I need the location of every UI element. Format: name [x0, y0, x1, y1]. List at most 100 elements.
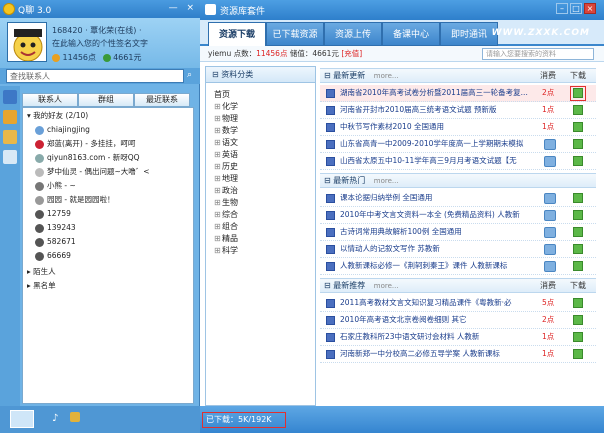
- table-row[interactable]: 中秋节写作素材2010 全国通用 1点: [320, 119, 596, 136]
- category-item[interactable]: ⊞精品: [214, 233, 238, 245]
- resource-search-input[interactable]: 请输入您要搜索的资料: [482, 48, 594, 60]
- table-row[interactable]: 古诗词常用典故解析100例 全国通用: [320, 224, 596, 241]
- list-item[interactable]: 66669: [35, 250, 71, 262]
- section-header: ⊟ 最新推荐 more... 消费 下载: [320, 278, 596, 293]
- tab-lesson-center[interactable]: 备课中心: [382, 22, 440, 46]
- list-item[interactable]: 小熊 - ~: [35, 180, 76, 192]
- category-item[interactable]: ⊞历史: [214, 161, 238, 173]
- more-link[interactable]: more...: [374, 177, 399, 185]
- signature-text[interactable]: 在此输入您的个性签名文字: [52, 38, 148, 49]
- category-item[interactable]: ⊞语文: [214, 137, 238, 149]
- download-icon[interactable]: [573, 261, 583, 271]
- download-icon[interactable]: [573, 349, 583, 359]
- download-icon[interactable]: [573, 122, 583, 132]
- table-row[interactable]: 2010年高考语文北京卷阅卷细则 其它 2点: [320, 312, 596, 329]
- list-item[interactable]: 园园 - 就是园园啦！: [35, 194, 114, 206]
- download-icon[interactable]: [573, 298, 583, 308]
- table-row[interactable]: 湖南省2010年高考试卷分析暨2011届高三一轮备考复... 2点: [320, 85, 596, 102]
- contacts-window-title: Q聊 3.0: [18, 6, 52, 16]
- preview-icon[interactable]: [544, 139, 556, 150]
- contact-avatar-icon: [35, 223, 44, 233]
- tab-upload[interactable]: 资源上传: [324, 22, 382, 46]
- category-item[interactable]: ⊞地理: [214, 173, 238, 185]
- category-item[interactable]: ⊞综合: [214, 209, 238, 221]
- category-item[interactable]: ⊞化学: [214, 101, 238, 113]
- table-row[interactable]: 人教新课标必修一《荆轲刺秦王》课件 人教新课标: [320, 258, 596, 275]
- tab-groups[interactable]: 群组: [78, 93, 134, 107]
- contact-tabs: 联系人 群组 最近联系: [22, 93, 190, 107]
- category-item[interactable]: 首页: [214, 89, 230, 101]
- table-row[interactable]: 山西省太原五中10-11学年高三9月月考语文试题【无: [320, 153, 596, 170]
- menu-button[interactable]: [10, 410, 34, 428]
- category-item[interactable]: ⊞科学: [214, 245, 238, 257]
- category-tree: ⊟ 资料分类 首页 ⊞化学 ⊞物理 ⊞数学 ⊞语文 ⊞英语 ⊞历史 ⊞地理 ⊞政…: [205, 66, 316, 406]
- minimize-icon[interactable]: –: [556, 3, 568, 14]
- document-icon: [326, 157, 335, 166]
- category-item[interactable]: ⊞数学: [214, 125, 238, 137]
- col-points: 消费: [540, 71, 556, 80]
- list-item[interactable]: chiajingjing: [35, 124, 90, 136]
- close-icon[interactable]: ×: [584, 3, 596, 14]
- preview-icon[interactable]: [544, 244, 556, 255]
- folder-side-icon[interactable]: [3, 130, 17, 144]
- list-item[interactable]: qiyun8163.com - 新呀QQ: [35, 152, 140, 164]
- tab-instant-messaging[interactable]: 即时通讯: [440, 22, 498, 46]
- download-icon[interactable]: [573, 105, 583, 115]
- table-row[interactable]: 河南新郑一中分校高二必修五导学案 人教新课标 1点: [320, 346, 596, 363]
- recharge-link[interactable]: [充值]: [341, 49, 362, 58]
- preview-icon[interactable]: [544, 210, 556, 221]
- list-item[interactable]: 梦中仙灵 - 偶出问题~大噜゛<: [35, 166, 150, 178]
- table-row[interactable]: 课本论据归纳举例 全国通用: [320, 190, 596, 207]
- contact-search-input[interactable]: 查找联系人: [6, 69, 184, 83]
- category-item[interactable]: ⊞组合: [214, 221, 238, 233]
- tools-icon[interactable]: [70, 412, 80, 422]
- contact-avatar-icon: [35, 237, 44, 247]
- category-item[interactable]: ⊞英语: [214, 149, 238, 161]
- download-icon[interactable]: [573, 210, 583, 220]
- preview-icon[interactable]: [544, 227, 556, 238]
- download-icon[interactable]: [573, 244, 583, 254]
- tab-downloaded[interactable]: 已下载资源: [266, 22, 324, 46]
- speaker-icon[interactable]: ♪: [52, 413, 58, 424]
- list-item[interactable]: 139243: [35, 222, 76, 234]
- table-row[interactable]: 石家庄教科所23中语文研讨会材料 人教新 1点: [320, 329, 596, 346]
- tab-download[interactable]: 资源下载: [208, 22, 266, 46]
- avatar[interactable]: [7, 22, 47, 62]
- category-item[interactable]: ⊞物理: [214, 113, 238, 125]
- download-icon[interactable]: [573, 332, 583, 342]
- group-strangers[interactable]: ▸ 陌生人: [27, 266, 56, 278]
- preview-icon[interactable]: [544, 156, 556, 167]
- more-link[interactable]: more...: [374, 282, 399, 290]
- contacts-side-icon[interactable]: [3, 90, 17, 104]
- blank-side-icon[interactable]: [3, 150, 17, 164]
- tab-recent[interactable]: 最近联系: [134, 93, 190, 107]
- category-item[interactable]: ⊞政治: [214, 185, 238, 197]
- profile-id-status[interactable]: 168420 · 覃化荣(在线) ·: [52, 25, 142, 36]
- table-row[interactable]: 河南省开封市2010届高三统考语文试题 预新版 1点: [320, 102, 596, 119]
- window-controls[interactable]: — ×: [169, 3, 197, 13]
- table-row[interactable]: 以情动人的记叙文写作 苏教新: [320, 241, 596, 258]
- table-row[interactable]: 2010年中考文言文资料一本全 (免费精品资料) 人教新: [320, 207, 596, 224]
- maximize-icon[interactable]: □: [570, 3, 582, 14]
- apps-side-icon[interactable]: [3, 110, 17, 124]
- group-blacklist[interactable]: ▸ 黑名单: [27, 280, 56, 292]
- download-icon[interactable]: [573, 315, 583, 325]
- category-item[interactable]: ⊞生物: [214, 197, 238, 209]
- list-item[interactable]: 郑蓝(离开) - 多挂挂，呵呵: [35, 138, 135, 150]
- download-icon[interactable]: [573, 193, 583, 203]
- group-friends[interactable]: ▾ 我的好友 (2/10): [27, 110, 88, 122]
- download-icon[interactable]: [573, 139, 583, 149]
- list-item[interactable]: 12759: [35, 208, 71, 220]
- tab-contacts[interactable]: 联系人: [22, 93, 78, 107]
- search-icon[interactable]: ⌕: [187, 70, 192, 80]
- more-link[interactable]: more...: [374, 72, 399, 80]
- preview-icon[interactable]: [544, 261, 556, 272]
- list-item[interactable]: 582671: [35, 236, 76, 248]
- resource-list: ⊟ 最新更新 more... 消费 下载 湖南省2010年高考试卷分析暨2011…: [320, 66, 596, 406]
- table-row[interactable]: 山东省高青一中2009-2010学年度高一上学期期末模拟: [320, 136, 596, 153]
- download-highlight: [570, 86, 586, 101]
- download-icon[interactable]: [573, 227, 583, 237]
- preview-icon[interactable]: [544, 193, 556, 204]
- table-row[interactable]: 2011高考教材文言文知识复习精品课件《粤教新·必 5点: [320, 295, 596, 312]
- download-icon[interactable]: [573, 156, 583, 166]
